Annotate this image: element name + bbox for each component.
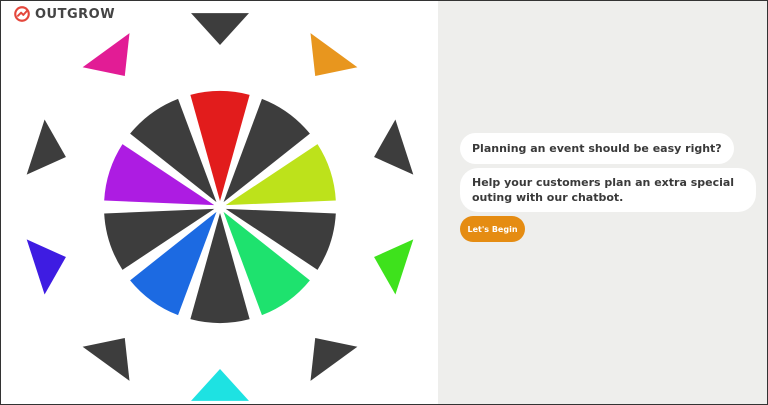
outer-triangle [374,239,414,295]
outgrow-logo[interactable]: OUTGROW [13,5,115,23]
chat-message-1: Planning an event should be easy right? [460,133,734,164]
outer-triangles [26,13,414,401]
outer-triangle [82,338,130,381]
lets-begin-button[interactable]: Let's Begin [460,216,525,242]
outer-triangle [26,239,66,295]
outer-triangle [191,369,249,401]
brand-name: OUTGROW [35,6,116,22]
outer-triangle [26,119,66,175]
outer-triangle [310,33,358,76]
outgrow-logo-icon [14,6,30,22]
outer-triangle [191,13,249,45]
chat-message-2: Help your customers plan an extra specia… [460,168,756,212]
color-wheel-illustration [26,13,414,401]
outer-triangle [82,33,130,76]
wheel-segments [104,91,336,323]
artwork-panel: OUTGROW [1,1,438,404]
outer-triangle [310,338,358,381]
outer-triangle [374,119,414,175]
